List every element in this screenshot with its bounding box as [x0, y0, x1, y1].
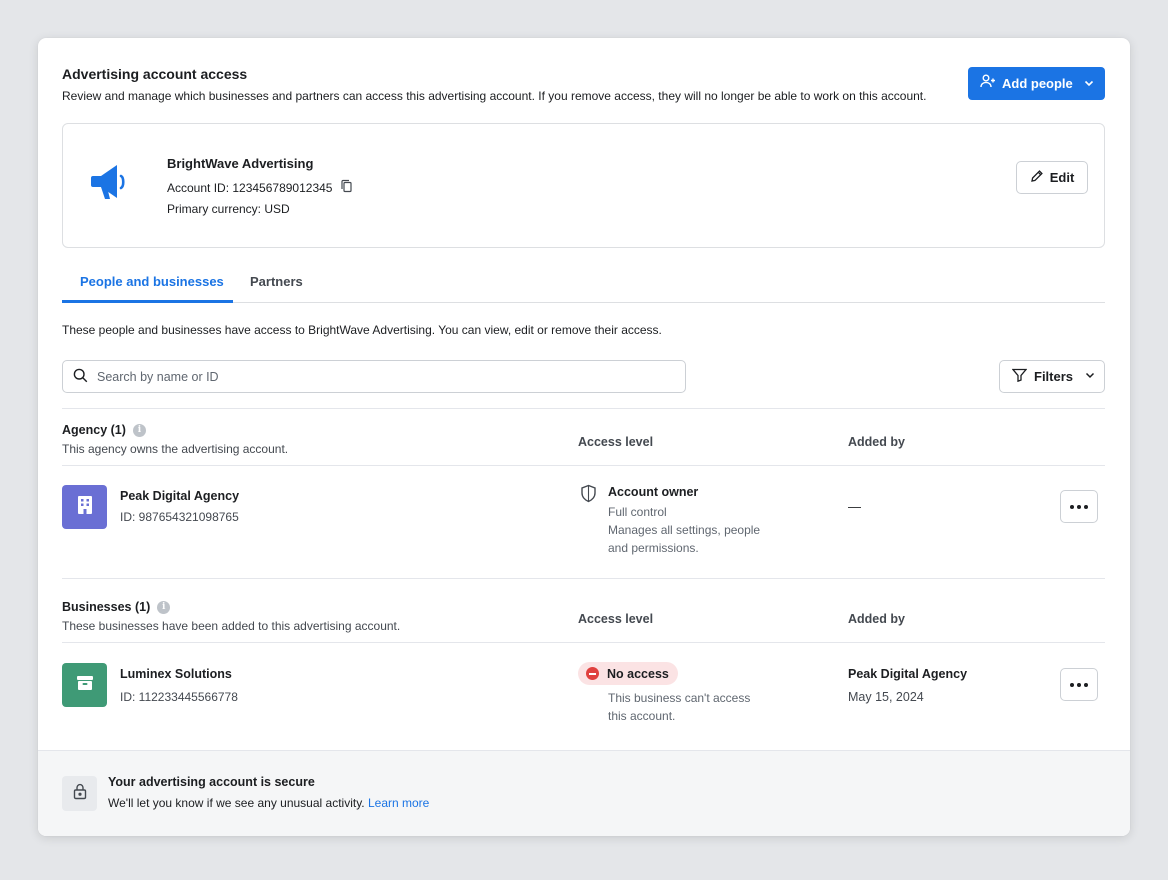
agency-section-title: Agency (1) i — [62, 423, 146, 437]
edit-label: Edit — [1049, 170, 1075, 185]
pencil-icon — [1030, 169, 1044, 186]
access-level-title: Account owner — [608, 485, 699, 499]
divider — [62, 642, 1105, 643]
info-icon[interactable]: i — [132, 423, 146, 437]
added-by-value: Peak Digital Agency — [848, 667, 968, 681]
agency-avatar — [62, 485, 107, 529]
divider — [62, 408, 1105, 409]
page-title: Advertising account access — [62, 66, 248, 82]
agency-name: Peak Digital Agency — [120, 489, 240, 503]
access-level-line: and permissions. — [608, 541, 699, 555]
access-level-line: this account. — [608, 709, 676, 723]
filters-button[interactable]: Filters — [999, 360, 1105, 393]
account-name: BrightWave Advertising — [167, 156, 314, 171]
security-description-text: We'll let you know if we see any unusual… — [108, 796, 365, 810]
edit-button[interactable]: Edit — [1016, 161, 1088, 194]
access-level-header: Access level — [578, 435, 654, 449]
business-id: ID: 112233445566778 — [120, 690, 238, 704]
add-people-button[interactable]: Add people — [968, 67, 1105, 100]
security-title: Your advertising account is secure — [108, 775, 315, 789]
megaphone-icon — [89, 160, 133, 209]
access-card: Advertising account access Review and ma… — [38, 38, 1130, 836]
lock-icon-container — [62, 776, 97, 811]
added-by-header: Added by — [848, 612, 905, 626]
add-person-icon — [980, 74, 996, 93]
lock-icon — [73, 783, 87, 805]
security-footer: Your advertising account is secure We'll… — [38, 750, 1130, 836]
business-name: Luminex Solutions — [120, 667, 232, 681]
copy-icon[interactable] — [340, 179, 353, 196]
section-intro: These people and businesses have access … — [62, 323, 662, 337]
agency-title-text: Agency (1) — [62, 423, 126, 437]
agency-section-description: This agency owns the advertising account… — [62, 442, 289, 456]
access-level-line: Full control — [608, 505, 667, 519]
filters-label: Filters — [1034, 369, 1074, 384]
chevron-down-icon[interactable] — [1083, 76, 1095, 94]
search-input[interactable]: Search by name or ID — [62, 360, 686, 393]
added-date: May 15, 2024 — [848, 690, 924, 704]
agency-id: ID: 987654321098765 — [120, 510, 239, 524]
account-id: Account ID: 123456789012345 — [167, 180, 333, 195]
filter-icon — [1011, 368, 1028, 385]
more-icon — [1070, 504, 1088, 509]
no-access-label: No access — [607, 666, 669, 681]
search-placeholder: Search by name or ID — [97, 369, 219, 384]
storefront-icon — [75, 673, 95, 698]
access-level-line: Manages all settings, people — [608, 523, 761, 537]
tab-people-and-businesses[interactable]: People and businesses — [80, 274, 224, 289]
access-level-line: This business can't access — [608, 691, 751, 705]
no-access-badge: No access — [578, 662, 678, 685]
blocked-icon — [586, 667, 599, 680]
search-icon — [73, 368, 88, 386]
page-description: Review and manage which businesses and p… — [62, 89, 927, 103]
divider — [62, 465, 1105, 466]
divider — [62, 578, 1105, 579]
businesses-section-description: These businesses have been added to this… — [62, 619, 401, 633]
businesses-title-text: Businesses (1) — [62, 600, 151, 614]
primary-currency: Primary currency: USD — [167, 202, 290, 216]
tab-partners[interactable]: Partners — [250, 274, 303, 289]
access-level-header: Access level — [578, 612, 654, 626]
more-options-button[interactable] — [1060, 490, 1098, 523]
building-icon — [76, 495, 94, 520]
more-icon — [1070, 682, 1088, 687]
added-by-value: — — [848, 499, 861, 514]
add-people-label: Add people — [1002, 76, 1073, 91]
added-by-header: Added by — [848, 435, 905, 449]
security-description: We'll let you know if we see any unusual… — [108, 796, 429, 810]
more-options-button[interactable] — [1060, 668, 1098, 701]
info-icon[interactable]: i — [157, 600, 171, 614]
business-avatar — [62, 663, 107, 707]
shield-icon — [580, 484, 597, 508]
active-tab-indicator — [62, 300, 233, 303]
account-summary: BrightWave Advertising Account ID: 12345… — [62, 123, 1105, 248]
businesses-section-title: Businesses (1) i — [62, 600, 171, 614]
chevron-down-icon — [1084, 369, 1096, 384]
account-id-row: Account ID: 123456789012345 — [167, 179, 353, 196]
learn-more-link[interactable]: Learn more — [368, 796, 429, 810]
